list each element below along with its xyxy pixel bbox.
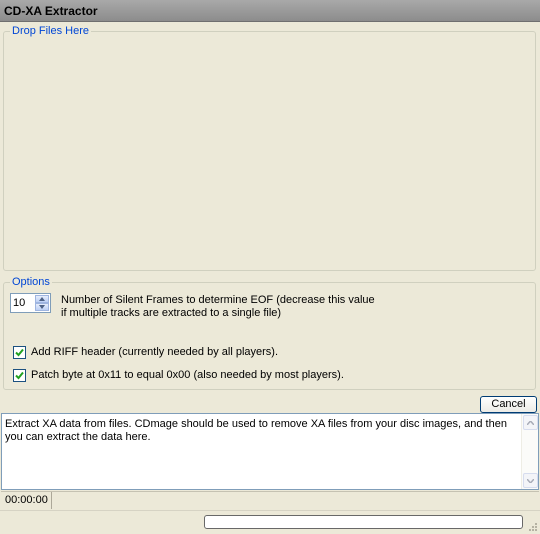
silent-frames-input[interactable] [13,296,33,310]
patch-byte-label: Patch byte at 0x11 to equal 0x00 (also n… [31,369,344,381]
checkmark-icon [15,348,24,357]
resize-grip-icon[interactable] [527,521,538,532]
spin-down-icon [39,305,45,309]
spin-up-icon [39,297,45,301]
elapsed-time: 00:00:00 [1,492,52,509]
progress-bar [204,515,523,529]
scroll-down-button[interactable] [523,473,538,488]
spin-down-button[interactable] [35,303,49,311]
add-riff-label: Add RIFF header (currently needed by all… [31,346,279,358]
log-scrollbar[interactable] [521,414,538,489]
title-bar: CD-XA Extractor [0,0,540,22]
patch-byte-checkbox[interactable] [13,369,26,382]
status-bar: 00:00:00 [1,491,539,509]
scroll-down-icon [527,478,534,483]
log-textbox[interactable]: Extract XA data from files. CDmage shoul… [1,413,539,490]
drop-files-legend: Drop Files Here [10,25,92,38]
drop-files-area[interactable]: Drop Files Here [3,25,536,271]
scroll-up-icon [527,420,534,425]
silent-frames-label: Number of Silent Frames to determine EOF… [61,294,375,319]
scroll-up-button[interactable] [523,415,538,430]
silent-frames-spinner[interactable] [10,293,51,313]
checkmark-icon [15,371,24,380]
add-riff-checkbox[interactable] [13,346,26,359]
window-title: CD-XA Extractor [4,4,98,18]
spin-up-button[interactable] [35,295,49,303]
log-text: Extract XA data from files. CDmage shoul… [5,418,507,443]
cancel-button[interactable]: Cancel [480,396,537,413]
bottom-bar [0,510,540,534]
options-legend: Options [10,276,52,289]
